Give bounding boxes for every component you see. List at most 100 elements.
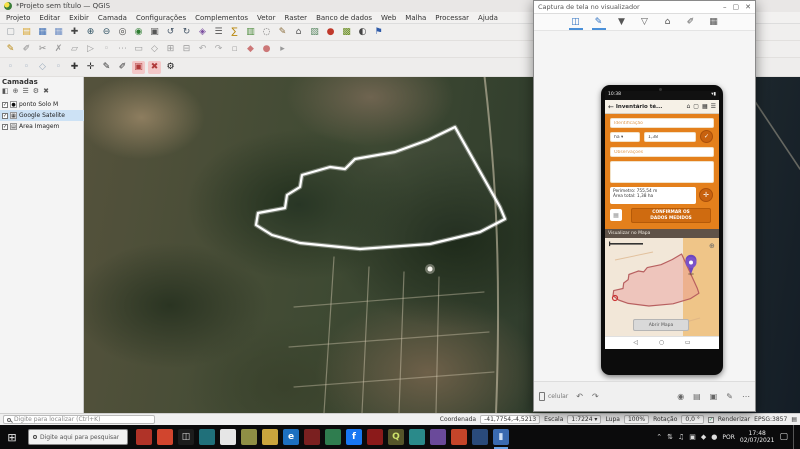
rectangle-tool-icon[interactable]: ▭ [132,43,145,56]
red-app-icon[interactable] [136,429,152,445]
menu-item[interactable]: Camada [98,14,127,22]
teal2-app-icon[interactable] [409,429,425,445]
menu-icon[interactable]: ☰ [711,104,716,110]
menu-item[interactable]: Banco de dados [316,14,372,22]
cancel-tool-icon[interactable]: ✖ [148,61,161,74]
zoom-in-icon[interactable]: ⊕ [84,26,97,39]
maximize-button[interactable]: ▢ [733,4,740,11]
layer-row[interactable]: ✓ ▦ Google Satelite [0,110,84,121]
display-icon[interactable]: ▣ [689,434,696,441]
mirror-titlebar[interactable]: Captura de tela no visualizador –▢✕ [534,1,755,14]
layer-row[interactable]: ✓ ● ponto Solo M [0,99,84,110]
manage-themes-icon[interactable]: ☰ [23,88,29,95]
new-layer-icon[interactable]: ▥ [244,26,257,39]
layer-label[interactable]: Área Imagem [19,123,59,130]
tracing-icon[interactable]: ● [260,43,273,56]
start-button[interactable]: ⊞ [0,425,24,449]
save-as-icon[interactable]: ▦ [52,26,65,39]
gps-confirm-button[interactable]: ✓ [700,130,713,143]
menu-item[interactable]: Projeto [6,14,30,22]
more-edit-icon[interactable]: ⋯ [116,43,129,56]
map-theme-icon[interactable]: ◐ [356,26,369,39]
olive-app-icon[interactable] [241,429,257,445]
redo-icon[interactable]: ↷ [592,393,599,401]
home-extent-icon[interactable]: ⌂ [292,26,305,39]
layer-checkbox[interactable]: ✓ [2,113,8,119]
value-field[interactable]: 1,38 [644,132,696,142]
edit-icon[interactable]: ✎ [726,393,733,401]
menu-item[interactable]: Editar [39,14,60,22]
open-map-button[interactable]: Abrir Mapa [633,319,689,331]
raster-tool-icon[interactable]: ▧ [308,26,321,39]
locator-search[interactable]: Digite para localizar (Ctrl+K) [3,415,155,424]
facebook-icon[interactable]: f [346,429,362,445]
layer-checkbox[interactable]: ✓ [2,102,8,108]
add-feature-icon[interactable]: ✐ [20,43,33,56]
task-view-icon[interactable]: ◫ [178,429,194,445]
delete-icon[interactable]: ✗ [52,43,65,56]
close-button[interactable]: ✕ [745,4,751,11]
home-icon[interactable]: ⌂ [686,104,690,110]
settings-gear-icon[interactable]: ⚙ [164,61,177,74]
edit-icon[interactable]: ✐ [684,15,698,30]
layer-label[interactable]: Google Satelite [19,112,65,119]
action-center-icon[interactable]: ▢ [779,432,788,442]
small-square-icon[interactable]: ▫ [228,43,241,56]
menu-item[interactable]: Raster [284,14,307,22]
menu-item[interactable]: Configurações [136,14,186,22]
menu-item[interactable]: Malha [405,14,426,22]
remove-part-icon[interactable]: ⊟ [180,43,193,56]
menu-item[interactable]: Exibir [69,14,89,22]
red-app-2-icon[interactable] [157,429,173,445]
bookmark-icon[interactable]: ◈ [196,26,209,39]
cut-features-icon[interactable]: ✂ [36,43,49,56]
update-icon[interactable]: ● [711,434,717,441]
blue-app-icon[interactable] [472,429,488,445]
menu-item[interactable]: Vetor [257,14,275,22]
snap-icon[interactable]: ◆ [244,43,257,56]
notes-field[interactable]: Observações [610,147,714,157]
green-app-icon[interactable] [325,429,341,445]
redo-view-icon[interactable]: ↻ [180,26,193,39]
description-textarea[interactable] [610,161,714,183]
open-layer-styling-icon[interactable]: ◧ [2,88,9,95]
coordinate-value[interactable]: -41,7754,-4,5213 [480,415,540,424]
gps-icon[interactable]: ● [324,26,337,39]
messages-icon[interactable]: ▤ [791,416,797,423]
scale-select[interactable]: 1:7224 ▾ [567,415,601,424]
white-app-icon[interactable] [220,429,236,445]
identify-icon[interactable]: ◉ [132,26,145,39]
highlight-tool-icon[interactable]: ▣ [132,61,145,74]
add-part-icon[interactable]: ⊞ [164,43,177,56]
language-indicator[interactable]: POR [722,434,735,441]
maroon-app-icon[interactable] [367,429,383,445]
undo-view-icon[interactable]: ↺ [164,26,177,39]
nav-back-icon[interactable]: ◁ [633,340,638,346]
add-group-icon[interactable]: ⊕ [13,88,19,95]
layer-checkbox[interactable]: ✓ [2,124,8,130]
filter-legend-icon[interactable]: ⚙ [33,88,39,95]
redo-icon[interactable]: ↷ [212,43,225,56]
filter-icon[interactable]: ▼ [615,15,629,30]
grid-icon[interactable]: ▦ [702,104,708,110]
taskbar-clock[interactable]: 17:48 02/07/2021 [740,430,775,444]
edit-label-icon[interactable]: ✎ [100,61,113,74]
confirm-button[interactable]: CONFIRMAR OS DADOS MEDIDOS [631,208,711,223]
back-arrow-icon[interactable]: ← [608,103,614,111]
unit-select[interactable]: ha ▾ [610,132,640,142]
darkred-app-icon[interactable] [304,429,320,445]
gold-app-icon[interactable] [262,429,278,445]
layer-row[interactable]: ✓ ▤ Área Imagem [0,121,84,132]
minimize-button[interactable]: – [723,4,727,11]
volume-icon[interactable]: ♫ [678,434,684,441]
annotation-icon[interactable]: ✎ [276,26,289,39]
measure-button[interactable]: ✛ [699,188,713,202]
keyboard-icon[interactable]: ▤ [693,393,701,401]
home-icon[interactable]: ⌂ [661,15,675,30]
crs-value[interactable]: EPSG:3857 [754,416,787,423]
attribute-table-icon[interactable]: ☰ [212,26,225,39]
measure-icon[interactable]: ◌ [260,26,273,39]
nav-home-icon[interactable]: ○ [659,340,664,346]
more-icon[interactable]: ⋯ [742,393,750,401]
tray-expand-icon[interactable]: ⌃ [656,433,662,441]
